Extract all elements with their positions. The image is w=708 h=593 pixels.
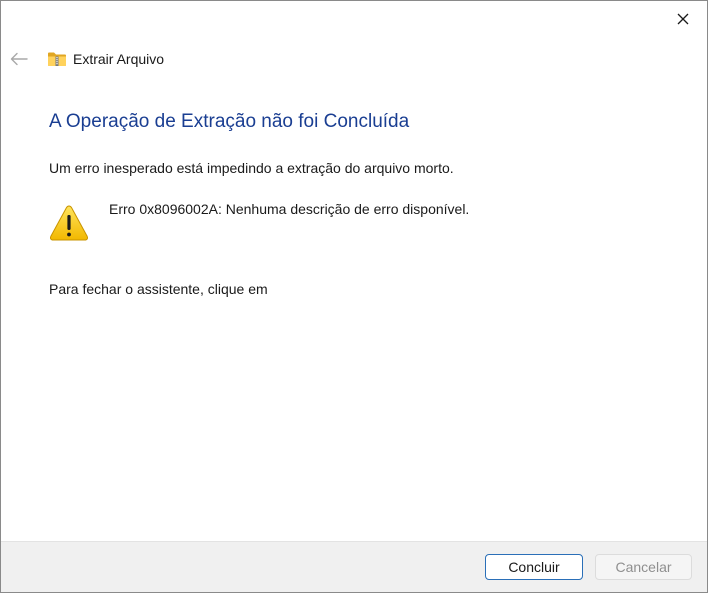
error-message: Um erro inesperado está impedindo a extr… xyxy=(49,160,454,176)
app-title: Extrair Arquivo xyxy=(73,51,165,67)
wizard-footer: Concluir Cancelar xyxy=(1,541,707,592)
warning-icon xyxy=(49,204,89,242)
close-icon xyxy=(677,13,689,25)
finish-button[interactable]: Concluir xyxy=(485,554,583,580)
close-instruction: Para fechar o assistente, clique em xyxy=(49,281,268,297)
arrow-left-icon xyxy=(10,52,28,66)
extract-wizard-window: Extrair Arquivo A Operação de Extração n… xyxy=(0,0,708,593)
page-title: A Operação de Extração não foi Concluída xyxy=(49,111,410,132)
wizard-header: Extrair Arquivo xyxy=(47,48,164,70)
zip-folder-icon xyxy=(47,50,67,68)
close-button[interactable] xyxy=(663,3,703,35)
cancel-button[interactable]: Cancelar xyxy=(595,554,692,580)
back-button[interactable] xyxy=(5,45,33,73)
error-detail: Erro 0x8096002A: Nenhuma descrição de er… xyxy=(109,201,470,217)
